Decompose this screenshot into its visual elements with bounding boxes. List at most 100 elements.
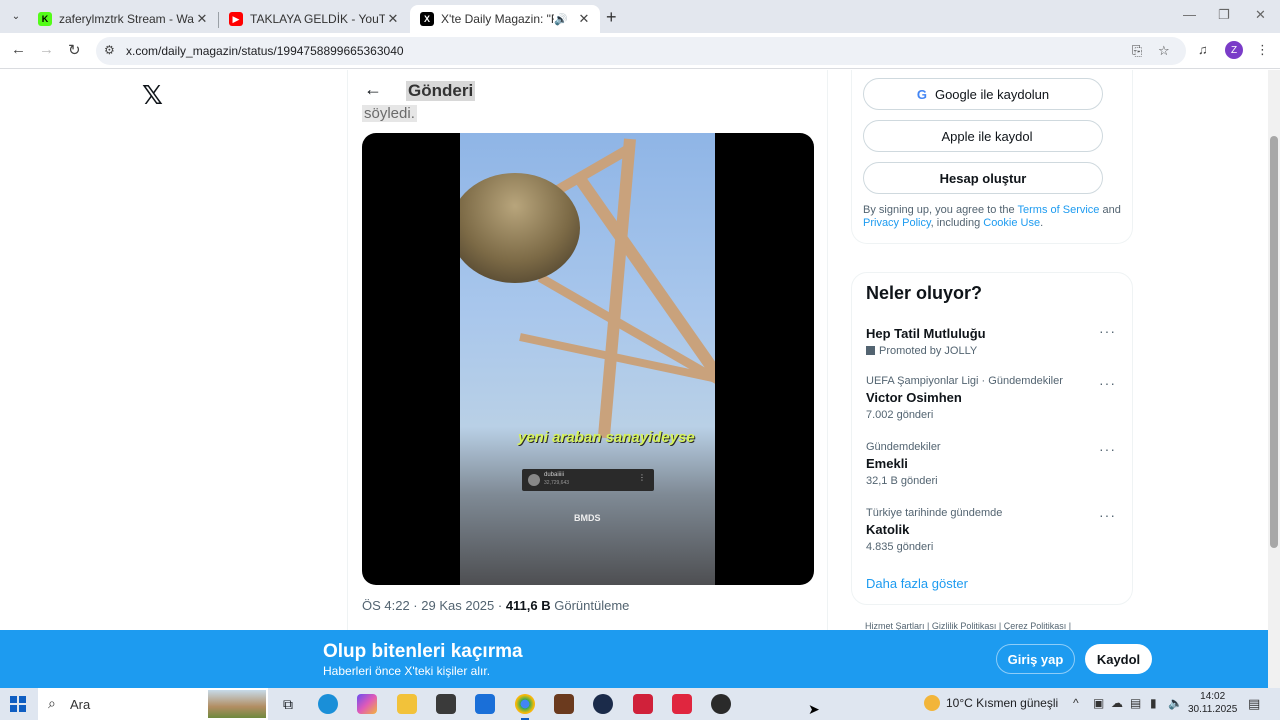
- steam-icon[interactable]: [593, 694, 613, 714]
- trend-count: 4.835 gönderi: [866, 541, 934, 553]
- game-app-icon[interactable]: [554, 694, 574, 714]
- trend-name: Katolik: [866, 522, 910, 537]
- page-scrollbar[interactable]: [1268, 70, 1280, 688]
- apple-signup-label: Apple ile kaydol: [941, 128, 1033, 144]
- scrollbar-thumb[interactable]: [1270, 136, 1278, 548]
- browser-tab-youtube[interactable]: ▶ TAKLAYA GELDİK - YouTube ✕: [219, 5, 409, 33]
- tray-app-icon[interactable]: ▣: [1093, 696, 1104, 710]
- file-explorer-icon[interactable]: [397, 694, 417, 714]
- banner-subtitle: Haberleri önce X'teki kişiler alır.: [323, 664, 491, 678]
- clock-date: 30.11.2025: [1188, 704, 1238, 715]
- terms-link[interactable]: Terms of Service: [1018, 204, 1100, 216]
- outlook-icon[interactable]: [475, 694, 495, 714]
- trend-name: Hep Tatil Mutluluğu: [866, 326, 986, 341]
- signup-terms: By signing up, you agree to the Terms of…: [863, 204, 1123, 230]
- post-video[interactable]: yeni araban sanayideyse dubaiiiii 32,729…: [362, 133, 814, 585]
- forward-icon[interactable]: →: [39, 41, 54, 58]
- battery-icon[interactable]: ▮: [1150, 696, 1157, 710]
- reload-icon[interactable]: ↻: [68, 41, 81, 59]
- promoted-icon: [866, 346, 875, 355]
- trend-context: Gündemdekiler: [866, 441, 941, 453]
- back-icon[interactable]: ←: [11, 41, 26, 58]
- volume-icon[interactable]: 🔈: [1168, 696, 1183, 710]
- trend-item[interactable]: Türkiye tarihinde gündemde Katolik 4.835…: [866, 507, 1120, 553]
- store-icon[interactable]: [436, 694, 456, 714]
- login-button[interactable]: Giriş yap: [996, 644, 1075, 674]
- address-bar[interactable]: ⚙ x.com/daily_magazin/status/19947588996…: [96, 37, 1186, 65]
- notification-icon[interactable]: ▤: [1248, 696, 1260, 712]
- valorant-icon[interactable]: [672, 694, 692, 714]
- close-tab-icon[interactable]: ✕: [194, 11, 210, 27]
- restore-icon[interactable]: ❐: [1218, 7, 1230, 23]
- profile-avatar[interactable]: Z: [1225, 41, 1243, 59]
- new-tab-icon[interactable]: +: [606, 7, 617, 28]
- google-signup-label: Google ile kaydolun: [934, 86, 1050, 102]
- apple-signup-button[interactable]: Apple ile kaydol: [863, 120, 1103, 152]
- windows-start-icon[interactable]: [10, 696, 26, 712]
- taskbar-clock[interactable]: 14:02 30.11.2025: [1188, 690, 1237, 716]
- browser-tab-strip: ⌄ K zaferylmztrk Stream - Watch Liv ✕ ▶ …: [0, 0, 1280, 33]
- minimize-icon[interactable]: —: [1183, 7, 1196, 22]
- site-info-icon[interactable]: ⚙: [104, 43, 115, 57]
- weather-text: 10°C Kısmen güneşli: [946, 696, 1059, 710]
- privacy-link[interactable]: Privacy Policy: [863, 217, 931, 229]
- signup-button[interactable]: Kaydol: [1085, 644, 1152, 674]
- show-more-link[interactable]: Daha fazla göster: [866, 576, 968, 591]
- post-column: ← Gönderi söyledi. yeni araban sanayidey…: [347, 70, 828, 630]
- riot-client-icon[interactable]: [633, 694, 653, 714]
- trend-item[interactable]: Gündemdekiler Emekli 32,1 B gönderi ···: [866, 441, 1120, 487]
- cookie-link[interactable]: Cookie Use: [983, 217, 1040, 229]
- more-dots-icon[interactable]: ···: [1099, 323, 1116, 339]
- close-tab-icon[interactable]: ✕: [576, 11, 592, 27]
- back-arrow-icon[interactable]: ←: [364, 79, 382, 100]
- media-control-icon[interactable]: ♫: [1198, 42, 1208, 57]
- browser-tab-kick[interactable]: K zaferylmztrk Stream - Watch Liv ✕: [28, 5, 218, 33]
- network-icon[interactable]: ▤: [1130, 696, 1141, 710]
- terms-text: and: [1099, 204, 1121, 216]
- create-account-label: Hesap oluştur: [939, 170, 1027, 186]
- task-view-icon[interactable]: ⧉: [278, 694, 298, 714]
- close-window-icon[interactable]: ✕: [1255, 7, 1266, 23]
- more-dots-icon[interactable]: ···: [1099, 507, 1116, 523]
- browser-tab-x[interactable]: X X'te Daily Magazin: "Rapçi 🔊 ✕: [410, 5, 600, 33]
- trend-count: 7.002 gönderi: [866, 409, 934, 421]
- cloud-icon[interactable]: ☁: [1111, 696, 1123, 710]
- trend-name: Victor Osimhen: [866, 390, 962, 405]
- trend-item[interactable]: Hep Tatil Mutluluğu Promoted by JOLLY ··…: [866, 323, 1120, 357]
- close-tab-icon[interactable]: ✕: [385, 11, 401, 27]
- obs-icon[interactable]: [711, 694, 731, 714]
- post-timestamp[interactable]: ÖS 4:22 · 29 Kas 2025 ·: [362, 598, 506, 613]
- bookmark-star-icon[interactable]: ☆: [1158, 43, 1170, 59]
- view-label: Görüntüleme: [550, 598, 630, 613]
- weather-widget[interactable]: 10°C Kısmen güneşli: [924, 695, 1058, 711]
- install-app-icon[interactable]: ⎘: [1132, 43, 1142, 59]
- trend-item[interactable]: UEFA Şampiyonlar Ligi · Gündemdekiler Vi…: [866, 375, 1120, 421]
- google-signup-button[interactable]: G Google ile kaydolun: [863, 78, 1103, 110]
- terms-text: By signing up, you agree to the: [863, 204, 1018, 216]
- windows-taskbar: ⌕ Ara ⧉ 10°C Kısmen güneşli ^ ▣ ☁ ▤ ▮ 🔈 …: [0, 688, 1280, 720]
- login-banner: Olup bitenleri kaçırma Haberleri önce X'…: [0, 630, 1268, 688]
- promo-text: Promoted by JOLLY: [879, 345, 978, 357]
- tab-search-button[interactable]: ⌄: [6, 6, 26, 26]
- url-text[interactable]: x.com/daily_magazin/status/1994758899665…: [126, 44, 404, 58]
- edge-icon[interactable]: [318, 694, 338, 714]
- x-logo-icon[interactable]: 𝕏: [142, 80, 163, 111]
- tab-title: TAKLAYA GELDİK - YouTube: [250, 12, 385, 26]
- menu-dots-icon[interactable]: ⋮: [1256, 42, 1269, 58]
- trends-panel: Neler oluyor? Hep Tatil Mutluluğu Promot…: [851, 272, 1133, 605]
- more-dots-icon[interactable]: ···: [1099, 441, 1116, 457]
- trend-promo: Promoted by JOLLY: [866, 345, 1120, 357]
- audio-playing-icon[interactable]: 🔊: [554, 13, 568, 26]
- chrome-icon[interactable]: [515, 694, 535, 720]
- trend-context: UEFA Şampiyonlar Ligi · Gündemdekiler: [866, 375, 1063, 387]
- taskbar-search[interactable]: ⌕ Ara: [38, 688, 268, 720]
- footer-links[interactable]: Hizmet Şartları | Gizlilik Politikası | …: [865, 621, 1071, 630]
- page-title: Gönderi: [406, 81, 476, 101]
- create-account-button[interactable]: Hesap oluştur: [863, 162, 1103, 194]
- post-meta: ÖS 4:22 · 29 Kas 2025 · 411,6 B Görüntül…: [362, 598, 629, 613]
- avatar: [528, 474, 540, 486]
- copilot-icon[interactable]: [357, 694, 377, 714]
- tray-chevron-icon[interactable]: ^: [1073, 696, 1079, 710]
- taskbar-search-label: Ara: [70, 697, 91, 712]
- more-dots-icon[interactable]: ···: [1099, 375, 1116, 391]
